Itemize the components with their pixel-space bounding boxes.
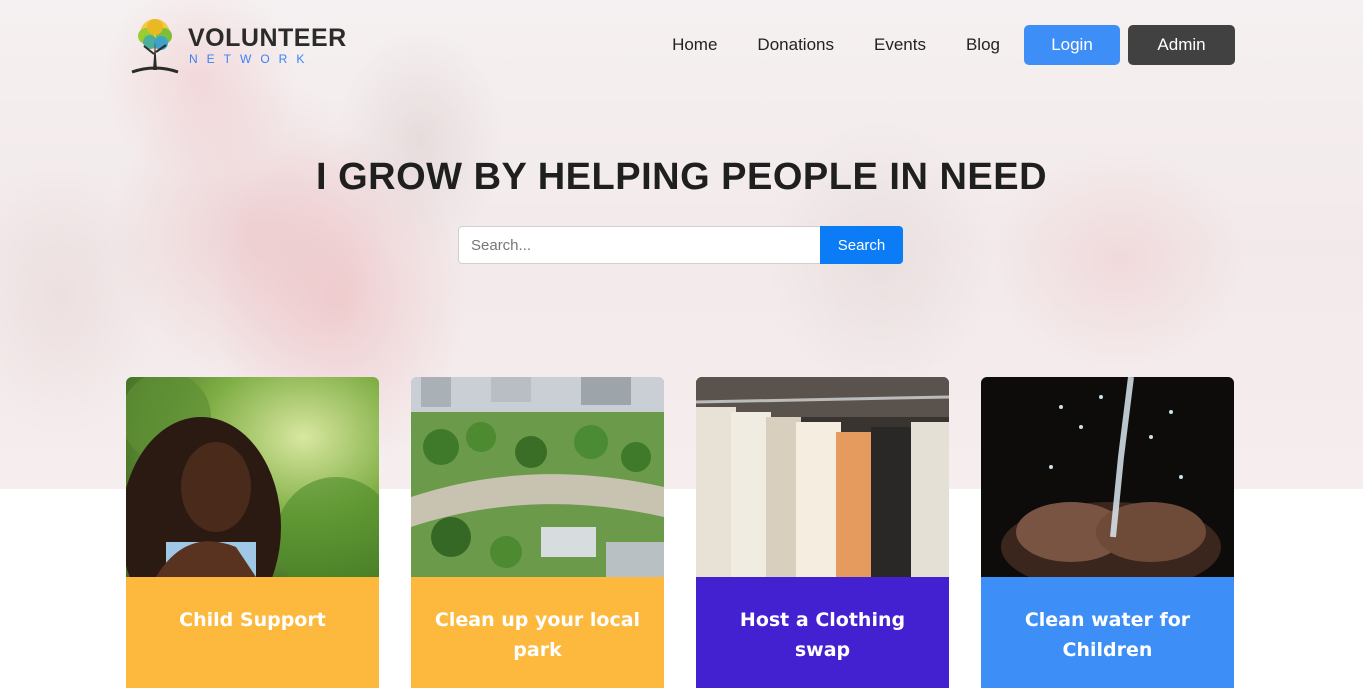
brand-title: VOLUNTEER [188, 24, 347, 52]
admin-button[interactable]: Admin [1128, 25, 1235, 65]
main-nav: Home Donations Events Blog Login Admin [672, 25, 1235, 65]
nav-home[interactable]: Home [672, 35, 717, 55]
water-hands-image [981, 377, 1234, 577]
card-title: Child Support [126, 577, 379, 688]
card-clean-water[interactable]: Clean water for Children [981, 377, 1234, 688]
nav-donations[interactable]: Donations [757, 35, 834, 55]
city-park-image [411, 377, 664, 577]
hero-headline: I GROW BY HELPING PEOPLE IN NEED [315, 156, 1048, 198]
brand-subtitle: NETWORK [189, 52, 314, 66]
nav-blog[interactable]: Blog [966, 35, 1000, 55]
brand-logo[interactable]: VOLUNTEER NETWORK [126, 14, 346, 76]
card-title: Host a Clothing swap [696, 577, 949, 688]
girl-smiling-image [126, 377, 379, 577]
tree-logo-icon [131, 19, 179, 74]
card-title: Clean up your local park [411, 577, 664, 688]
search-button[interactable]: Search [820, 226, 903, 264]
card-child-support[interactable]: Child Support [126, 377, 379, 688]
login-button[interactable]: Login [1024, 25, 1120, 65]
search-bar: Search [458, 226, 903, 264]
card-clothing-swap[interactable]: Host a Clothing swap [696, 377, 949, 688]
card-clean-park[interactable]: Clean up your local park [411, 377, 664, 688]
cause-cards: Child Support Clean up your local park H… [126, 377, 1234, 688]
clothes-rack-image [696, 377, 949, 577]
nav-events[interactable]: Events [874, 35, 926, 55]
search-input[interactable] [458, 226, 820, 264]
card-title: Clean water for Children [981, 577, 1234, 688]
